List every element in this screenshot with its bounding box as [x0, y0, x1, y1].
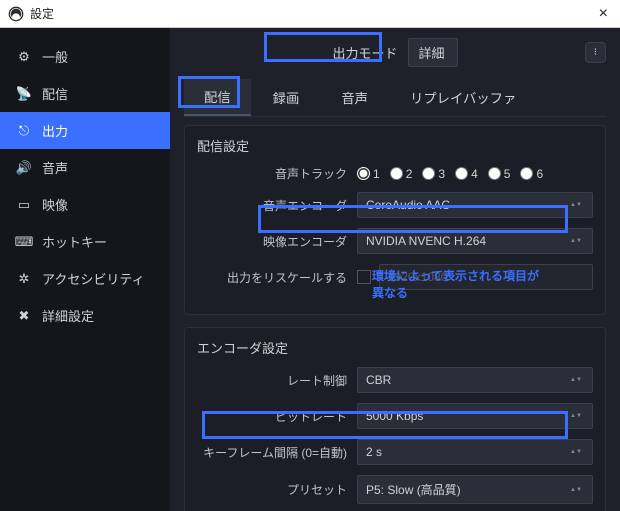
speaker-icon: 🔊 [16, 160, 32, 176]
tab-replay[interactable]: リプレイバッファ [390, 79, 536, 116]
bitrate-label: ビットレート [197, 408, 347, 425]
audio-track-radio-group: 1 2 3 4 5 6 [357, 167, 593, 181]
sidebar-label: 音声 [42, 158, 68, 177]
close-icon[interactable]: × [595, 5, 612, 23]
monitor-icon: ▭ [16, 197, 32, 213]
annotation-note: 環境によって表示される項目が 異なる [372, 268, 539, 302]
gear-icon: ⚙ [16, 49, 32, 65]
sidebar-label: ホットキー [42, 232, 107, 251]
output-mode-select[interactable]: 詳細 [408, 38, 458, 67]
track-4[interactable]: 4 [455, 167, 478, 181]
preset-label: プリセット [197, 481, 347, 498]
track-2[interactable]: 2 [390, 167, 413, 181]
accessibility-icon: ✲ [16, 271, 32, 287]
section-title: 配信設定 [197, 136, 593, 155]
main-panel: 出力モード 詳細 ⁝ 配信 録画 音声 リプレイバッファ 配信設定 音声トラック… [170, 28, 620, 511]
encoder-settings-section: エンコーダ設定 レート制御 CBR▲▼ ビットレート 5000 Kbps▲▼ キ… [184, 327, 606, 511]
rescale-label: 出力をリスケールする [197, 269, 347, 286]
keyboard-icon: ⌨ [16, 234, 32, 250]
sidebar-item-advanced[interactable]: ✖ 詳細設定 [0, 297, 170, 334]
output-icon: ⎋ [16, 123, 32, 139]
rate-control-label: レート制御 [197, 372, 347, 389]
keyframe-label: キーフレーム間隔 (0=自動) [197, 444, 347, 461]
sidebar-label: 出力 [42, 121, 68, 140]
audio-encoder-select[interactable]: CoreAudio AAC▲▼ [357, 192, 593, 218]
sidebar-item-stream[interactable]: 📡 配信 [0, 75, 170, 112]
sidebar-item-accessibility[interactable]: ✲ アクセシビリティ [0, 260, 170, 297]
video-encoder-select[interactable]: NVIDIA NVENC H.264▲▼ [357, 228, 593, 254]
chevron-updown-icon: ▲▼ [570, 238, 584, 244]
chevron-updown-icon: ▲▼ [570, 202, 584, 208]
rate-control-select[interactable]: CBR▲▼ [357, 367, 593, 393]
output-mode-label: 出力モード [332, 43, 397, 62]
tab-stream[interactable]: 配信 [184, 79, 251, 116]
sidebar-item-audio[interactable]: 🔊 音声 [0, 149, 170, 186]
preset-select[interactable]: P5: Slow (高品質)▲▼ [357, 475, 593, 504]
section-title: エンコーダ設定 [197, 338, 593, 357]
titlebar: 設定 × [0, 0, 620, 28]
track-3[interactable]: 3 [422, 167, 445, 181]
audio-track-label: 音声トラック [197, 165, 347, 182]
tab-audio[interactable]: 音声 [321, 79, 388, 116]
sidebar-label: 配信 [42, 84, 68, 103]
sidebar-label: 詳細設定 [42, 306, 94, 325]
chevron-updown-icon: ▲▼ [570, 487, 584, 493]
sidebar-label: アクセシビリティ [42, 269, 145, 288]
track-1[interactable]: 1 [357, 167, 380, 181]
chevron-updown-icon: ▲▼ [570, 413, 584, 419]
sidebar: ⚙ 一般 📡 配信 ⎋ 出力 🔊 音声 ▭ 映像 ⌨ ホットキー ✲ アクセシビリティ ✖ 詳細… [0, 28, 170, 511]
obs-logo-icon [8, 6, 24, 22]
rescale-checkbox[interactable] [357, 270, 371, 284]
sidebar-item-general[interactable]: ⚙ 一般 [0, 38, 170, 75]
mode-menu-button[interactable]: ⁝ [585, 42, 606, 63]
video-encoder-label: 映像エンコーダ [197, 233, 347, 250]
sidebar-item-video[interactable]: ▭ 映像 [0, 186, 170, 223]
chevron-updown-icon: ▲▼ [570, 449, 584, 455]
bitrate-input[interactable]: 5000 Kbps▲▼ [357, 403, 593, 429]
sidebar-item-output[interactable]: ⎋ 出力 [0, 112, 170, 149]
wrench-icon: ✖ [16, 308, 32, 324]
tab-record[interactable]: 録画 [253, 79, 320, 116]
track-5[interactable]: 5 [488, 167, 511, 181]
keyframe-input[interactable]: 2 s▲▼ [357, 439, 593, 465]
antenna-icon: 📡 [16, 86, 32, 102]
sidebar-label: 一般 [42, 47, 68, 66]
window-title: 設定 [30, 5, 595, 22]
track-6[interactable]: 6 [520, 167, 543, 181]
audio-encoder-label: 音声エンコーダ [197, 197, 347, 214]
sidebar-item-hotkeys[interactable]: ⌨ ホットキー [0, 223, 170, 260]
sidebar-label: 映像 [42, 195, 68, 214]
chevron-updown-icon: ▲▼ [570, 377, 584, 383]
output-tabs: 配信 録画 音声 リプレイバッファ [184, 79, 606, 117]
